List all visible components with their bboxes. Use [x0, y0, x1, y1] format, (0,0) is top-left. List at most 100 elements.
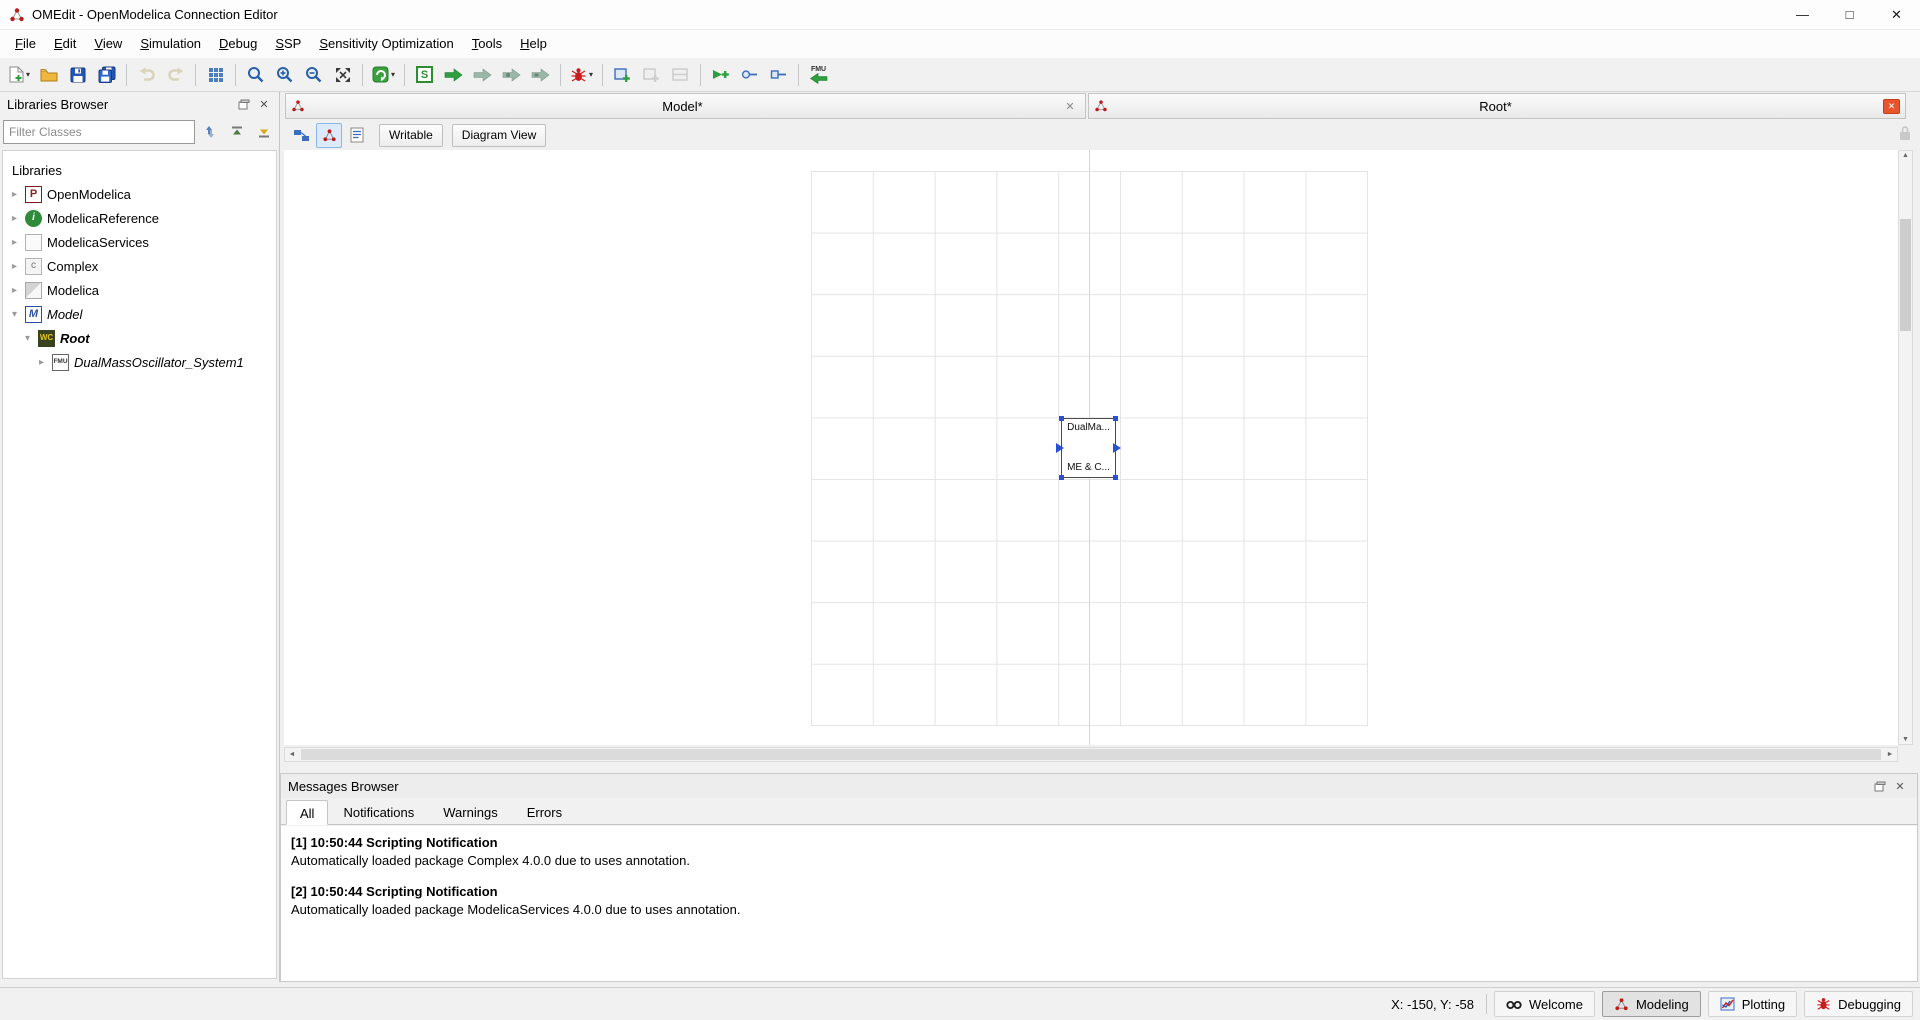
- dualmassoscillator-component[interactable]: DualMa... ME & C...: [1061, 418, 1116, 478]
- scroll-up-icon[interactable]: ▲: [1899, 152, 1912, 159]
- tree-item-complex[interactable]: ▸ c Complex: [3, 254, 276, 278]
- selection-handle[interactable]: [1113, 475, 1118, 480]
- chevron-down-icon[interactable]: ▾: [22, 333, 33, 344]
- chevron-right-icon[interactable]: ▸: [9, 285, 20, 296]
- vertical-scrollbar-thumb[interactable]: [1900, 219, 1911, 331]
- tab-errors[interactable]: Errors: [513, 799, 576, 824]
- scroll-left-icon[interactable]: ◄: [285, 748, 299, 761]
- menu-help[interactable]: Help: [511, 30, 556, 58]
- dropdown-caret-icon[interactable]: ▾: [26, 70, 30, 79]
- sync-with-model-icon[interactable]: [198, 120, 222, 144]
- simulate-button[interactable]: [440, 61, 467, 88]
- chevron-right-icon[interactable]: ▸: [9, 261, 20, 272]
- tree-item-model[interactable]: ▾ M Model: [3, 302, 276, 326]
- fit-to-diagram-button[interactable]: [329, 61, 356, 88]
- diagram-canvas[interactable]: DualMa... ME & C...: [284, 150, 1898, 745]
- simulate-animation-button[interactable]: [527, 61, 554, 88]
- chevron-right-icon[interactable]: ▸: [36, 357, 47, 368]
- tree-item-dualmassoscillator-system1[interactable]: ▸ FMU DualMassOscillator_System1: [3, 350, 276, 374]
- simulate-algorithmic-debugger-button[interactable]: [498, 61, 525, 88]
- diagram-view-icon: [322, 128, 337, 143]
- zoom-in-button[interactable]: [271, 61, 298, 88]
- view-name-button[interactable]: Diagram View: [452, 124, 546, 147]
- menu-edit[interactable]: Edit: [45, 30, 85, 58]
- menu-simulation[interactable]: Simulation: [131, 30, 210, 58]
- menu-view[interactable]: View: [85, 30, 131, 58]
- add-tlm-bus-connector-button[interactable]: [765, 61, 792, 88]
- tree-item-modelica[interactable]: ▸ Modelica: [3, 278, 276, 302]
- tree-item-root[interactable]: ▾ WC Root: [3, 326, 276, 350]
- expand-all-icon[interactable]: [252, 120, 276, 144]
- modeling-perspective-button[interactable]: Modeling: [1602, 991, 1701, 1017]
- filter-classes-input[interactable]: [3, 120, 195, 144]
- vertical-scrollbar[interactable]: ▲ ▼: [1898, 150, 1913, 745]
- close-button[interactable]: ✕: [1873, 0, 1920, 29]
- simulate-transformational-debugger-button[interactable]: [469, 61, 496, 88]
- undock-icon[interactable]: [234, 96, 254, 114]
- dropdown-caret-icon[interactable]: ▾: [391, 70, 395, 79]
- add-connector-button[interactable]: [707, 61, 734, 88]
- text-view-button[interactable]: [344, 123, 370, 148]
- save-button[interactable]: [64, 61, 91, 88]
- plotting-perspective-button[interactable]: Plotting: [1708, 991, 1797, 1017]
- save-all-button[interactable]: [93, 61, 120, 88]
- new-model-button[interactable]: ▾: [6, 61, 33, 88]
- selection-handle[interactable]: [1059, 475, 1064, 480]
- show-grid-button[interactable]: [202, 61, 229, 88]
- add-submodel-button[interactable]: [638, 61, 665, 88]
- tree-item-modelicareference[interactable]: ▸ i ModelicaReference: [3, 206, 276, 230]
- messages-list[interactable]: [1] 10:50:44 Scripting Notification Auto…: [281, 826, 1917, 981]
- horizontal-scrollbar[interactable]: ◄ ►: [284, 747, 1898, 762]
- minimize-button[interactable]: —: [1779, 0, 1826, 29]
- tree-item-modelicaservices[interactable]: ▸ ModelicaServices: [3, 230, 276, 254]
- zoom-out-button[interactable]: [300, 61, 327, 88]
- chevron-right-icon[interactable]: ▸: [9, 189, 20, 200]
- chevron-right-icon[interactable]: ▸: [9, 237, 20, 248]
- writable-button[interactable]: Writable: [379, 124, 443, 147]
- add-bus-connector-button[interactable]: [736, 61, 763, 88]
- debugging-perspective-button[interactable]: Debugging: [1804, 991, 1913, 1017]
- menu-ssp[interactable]: SSP: [266, 30, 310, 58]
- chevron-down-icon[interactable]: ▾: [9, 309, 20, 320]
- collapse-all-icon[interactable]: [225, 120, 249, 144]
- titlebar[interactable]: OMEdit - OpenModelica Connection Editor …: [0, 0, 1920, 30]
- close-subwindow-icon[interactable]: ✕: [1060, 100, 1080, 113]
- close-panel-icon[interactable]: ✕: [1890, 777, 1910, 795]
- tab-all[interactable]: All: [286, 800, 328, 825]
- instantiate-model-button[interactable]: ▾: [369, 61, 398, 88]
- scroll-right-icon[interactable]: ►: [1883, 748, 1897, 761]
- maximize-button[interactable]: □: [1826, 0, 1873, 29]
- simulate-with-debugger-button[interactable]: ▾: [567, 61, 596, 88]
- menu-file[interactable]: File: [6, 30, 45, 58]
- menu-debug[interactable]: Debug: [210, 30, 266, 58]
- reset-zoom-button[interactable]: [242, 61, 269, 88]
- menu-tools[interactable]: Tools: [463, 30, 511, 58]
- tab-notifications[interactable]: Notifications: [329, 799, 428, 824]
- redo-button[interactable]: [162, 61, 189, 88]
- add-bus-button[interactable]: [667, 61, 694, 88]
- scroll-down-icon[interactable]: ▼: [1899, 736, 1912, 743]
- welcome-perspective-button[interactable]: Welcome: [1494, 991, 1595, 1017]
- selection-handle[interactable]: [1113, 416, 1118, 421]
- output-connector-icon[interactable]: [1113, 443, 1121, 453]
- close-panel-icon[interactable]: ✕: [254, 96, 274, 114]
- input-connector-icon[interactable]: [1056, 443, 1064, 453]
- menu-sensitivity-optimization[interactable]: Sensitivity Optimization: [310, 30, 462, 58]
- model-subwindow-titlebar[interactable]: Model* ✕: [285, 93, 1086, 119]
- root-subwindow-titlebar[interactable]: Root* ✕: [1088, 93, 1906, 119]
- undo-button[interactable]: [133, 61, 160, 88]
- tree-item-openmodelica[interactable]: ▸ P OpenModelica: [3, 182, 276, 206]
- open-model-button[interactable]: [35, 61, 62, 88]
- import-fmu-button[interactable]: FMU: [805, 61, 832, 88]
- horizontal-scrollbar-thumb[interactable]: [301, 749, 1881, 760]
- diagram-view-button[interactable]: [316, 123, 342, 148]
- chevron-right-icon[interactable]: ▸: [9, 213, 20, 224]
- add-system-button[interactable]: [609, 61, 636, 88]
- icon-view-button[interactable]: [288, 123, 314, 148]
- simulation-setup-button[interactable]: S: [411, 61, 438, 88]
- undock-icon[interactable]: [1870, 777, 1890, 795]
- close-subwindow-icon[interactable]: ✕: [1883, 99, 1900, 114]
- dropdown-caret-icon[interactable]: ▾: [589, 70, 593, 79]
- selection-handle[interactable]: [1059, 416, 1064, 421]
- tab-warnings[interactable]: Warnings: [429, 799, 511, 824]
